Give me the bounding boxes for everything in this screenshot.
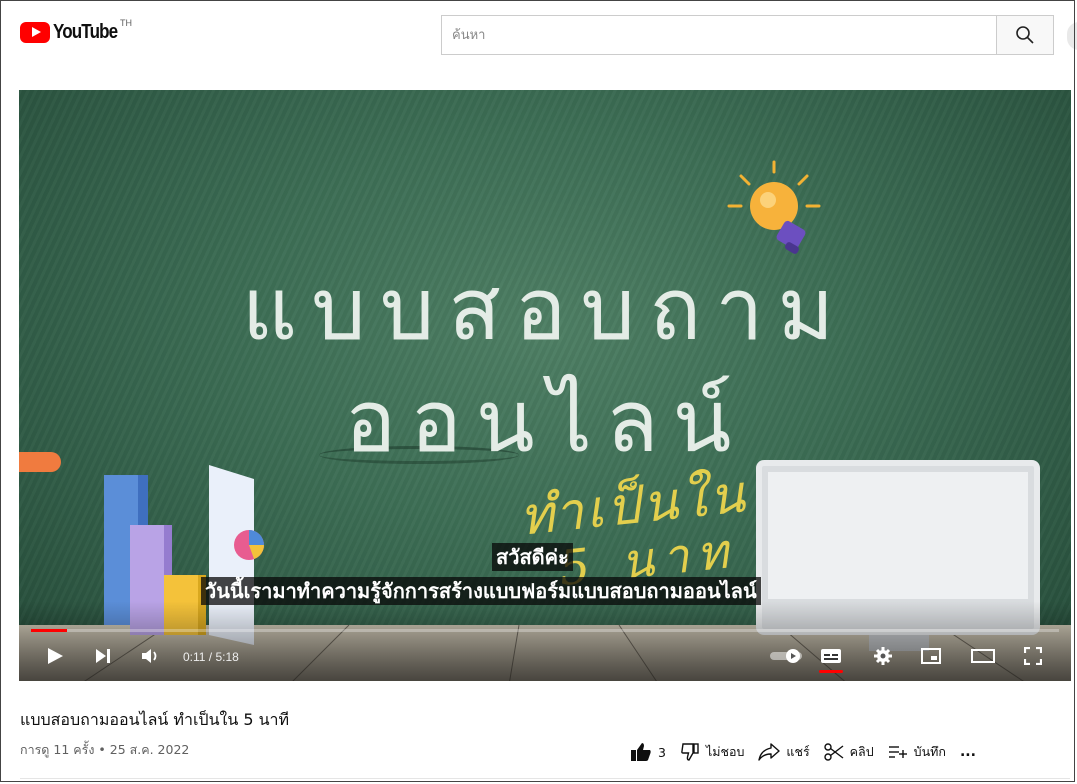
screenshot-border [0,0,1075,782]
